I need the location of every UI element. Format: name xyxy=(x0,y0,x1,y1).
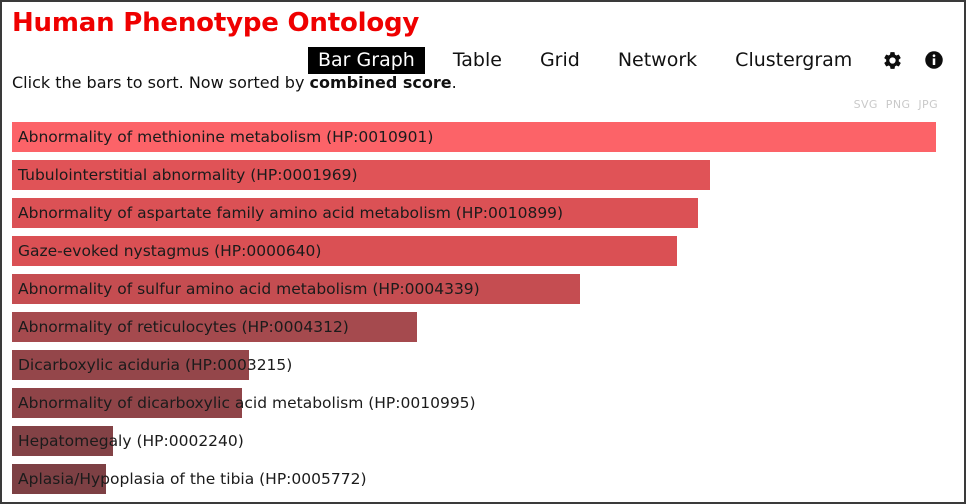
bar-row[interactable]: Abnormality of reticulocytes (HP:0004312… xyxy=(12,309,954,347)
sort-hint-post: . xyxy=(451,73,457,92)
bar[interactable] xyxy=(12,388,243,418)
app-content: Human Phenotype Ontology Bar Graph Table… xyxy=(2,2,964,502)
page-title: Human Phenotype Ontology xyxy=(12,8,420,38)
gear-icon[interactable] xyxy=(880,48,904,72)
bar[interactable] xyxy=(12,198,698,228)
app-window: Human Phenotype Ontology Bar Graph Table… xyxy=(0,0,966,504)
bar[interactable] xyxy=(12,274,581,304)
sort-hint-metric: combined score xyxy=(309,73,452,92)
bar[interactable] xyxy=(12,350,249,380)
sort-hint-pre: Click the bars to sort. Now sorted by xyxy=(12,73,310,92)
export-links: SVG PNG JPG xyxy=(854,98,938,111)
bar-chart: Abnormality of methionine metabolism (HP… xyxy=(12,119,954,502)
bar-row[interactable]: Abnormality of aspartate family amino ac… xyxy=(12,195,954,233)
view-tabs: Bar Graph Table Grid Network Clustergram xyxy=(308,46,946,74)
bar-row[interactable]: Abnormality of dicarboxylic acid metabol… xyxy=(12,385,954,423)
bar[interactable] xyxy=(12,312,417,342)
bar-row[interactable]: Abnormality of methionine metabolism (HP… xyxy=(12,119,954,157)
bar-row[interactable]: Gaze-evoked nystagmus (HP:0000640) xyxy=(12,233,954,271)
bar-row[interactable]: Aplasia/Hypoplasia of the tibia (HP:0005… xyxy=(12,461,954,499)
bar[interactable] xyxy=(12,426,113,456)
bar[interactable] xyxy=(12,160,710,190)
bar-row[interactable]: Hepatomegaly (HP:0002240) xyxy=(12,423,954,461)
export-svg-link[interactable]: SVG xyxy=(854,98,878,111)
bar[interactable] xyxy=(12,122,936,152)
bar-row[interactable]: Dicarboxylic aciduria (HP:0003215) xyxy=(12,347,954,385)
tab-table[interactable]: Table xyxy=(443,47,512,74)
export-png-link[interactable]: PNG xyxy=(886,98,911,111)
export-jpg-link[interactable]: JPG xyxy=(918,98,938,111)
bar-row[interactable]: Tubulointerstitial abnormality (HP:00019… xyxy=(12,157,954,195)
tab-network[interactable]: Network xyxy=(608,47,707,74)
tab-clustergram[interactable]: Clustergram xyxy=(725,47,862,74)
bar-row[interactable]: Abnormality of sulfur amino acid metabol… xyxy=(12,271,954,309)
tab-bar-graph[interactable]: Bar Graph xyxy=(308,46,425,74)
info-icon[interactable] xyxy=(922,48,946,72)
sort-hint: Click the bars to sort. Now sorted by co… xyxy=(12,73,457,92)
bar[interactable] xyxy=(12,464,107,494)
tab-grid[interactable]: Grid xyxy=(530,47,590,74)
bar[interactable] xyxy=(12,236,678,266)
